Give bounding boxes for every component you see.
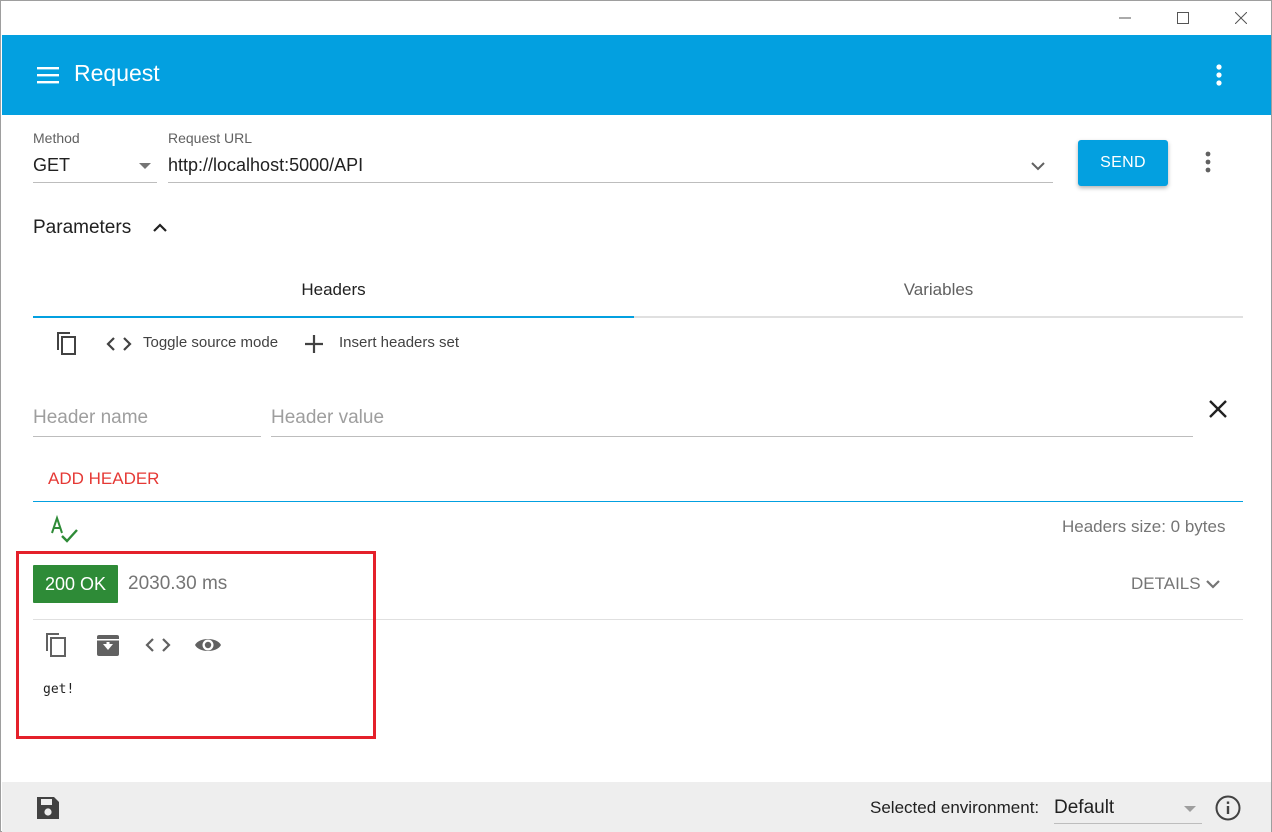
app-window: Request Method Request URL GET http://lo…: [0, 0, 1272, 832]
maximize-icon: [1177, 12, 1189, 24]
method-select[interactable]: GET: [33, 151, 157, 183]
save-icon[interactable]: [34, 794, 62, 822]
add-header-button[interactable]: ADD HEADER: [48, 469, 159, 489]
close-icon[interactable]: [1205, 396, 1231, 422]
code-icon[interactable]: [105, 330, 133, 358]
send-button[interactable]: SEND: [1078, 140, 1168, 186]
plus-icon[interactable]: [300, 330, 328, 358]
header-name-field[interactable]: [33, 401, 261, 437]
parameters-title: Parameters: [33, 217, 132, 238]
insert-headers-set-button[interactable]: Insert headers set: [339, 334, 459, 351]
maximize-button[interactable]: [1154, 1, 1212, 35]
url-input[interactable]: http://localhost:5000/API: [168, 151, 1053, 183]
spellcheck-icon[interactable]: [49, 514, 79, 544]
toggle-source-mode-button[interactable]: Toggle source mode: [143, 334, 278, 351]
more-vert-icon[interactable]: [1206, 61, 1232, 89]
add-header-divider: [33, 501, 1243, 502]
header-value-field[interactable]: [271, 401, 1193, 437]
dropdown-caret-icon: [139, 163, 151, 169]
window-titlebar: [1, 1, 1271, 35]
footer-bar: Selected environment: Default: [2, 782, 1271, 832]
environment-value: Default: [1054, 797, 1115, 818]
copy-icon[interactable]: [53, 329, 81, 357]
details-button[interactable]: DETAILS: [1131, 574, 1201, 594]
chevron-down-icon[interactable]: [1029, 157, 1047, 175]
tab-variables[interactable]: Variables: [634, 263, 1243, 317]
close-window-button[interactable]: [1212, 1, 1270, 35]
minimize-icon: [1119, 17, 1131, 19]
highlight-annotation-box: [16, 551, 376, 739]
header-value-input[interactable]: [271, 401, 1193, 435]
headers-size-label: Headers size: 0 bytes: [1062, 517, 1226, 536]
method-value: GET: [33, 155, 71, 175]
chevron-up-icon[interactable]: [149, 217, 171, 239]
environment-select[interactable]: Default: [1054, 792, 1202, 824]
hamburger-menu-icon[interactable]: [34, 63, 62, 87]
request-more-vert-icon[interactable]: [1197, 149, 1219, 175]
minimize-button[interactable]: [1096, 1, 1154, 35]
url-value: http://localhost:5000/API: [168, 155, 364, 175]
close-icon: [1235, 12, 1247, 24]
page-title: Request: [74, 60, 160, 86]
tab-active-indicator: [33, 316, 634, 318]
url-label: Request URL: [168, 130, 253, 146]
method-label: Method: [33, 130, 80, 146]
dropdown-caret-icon: [1184, 806, 1196, 812]
header-name-input[interactable]: [33, 401, 261, 435]
info-icon[interactable]: [1214, 794, 1242, 822]
environment-label: Selected environment:: [870, 798, 1040, 817]
app-bar: Request: [2, 35, 1271, 115]
tab-headers[interactable]: Headers: [33, 263, 634, 317]
chevron-down-icon[interactable]: [1203, 574, 1223, 594]
